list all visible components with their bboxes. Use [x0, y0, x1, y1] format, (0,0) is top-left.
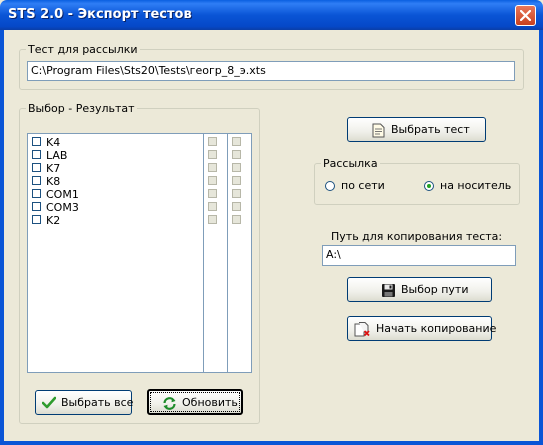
checkbox[interactable] — [32, 189, 41, 198]
copy-start-icon — [354, 322, 370, 337]
select-all-button[interactable]: Выбрать все — [35, 390, 134, 415]
document-icon — [372, 123, 385, 138]
result-box — [232, 202, 241, 211]
choose-test-button[interactable]: Выбрать тест — [347, 117, 486, 142]
checkbox[interactable] — [32, 150, 41, 159]
refresh-icon — [163, 397, 176, 410]
result-box — [208, 150, 217, 159]
choose-test-label: Выбрать тест — [391, 123, 470, 136]
result-box — [208, 215, 217, 224]
floppy-disk-icon — [382, 284, 395, 297]
copy-path-label: Путь для копирования теста: — [331, 230, 503, 243]
result-box — [208, 163, 217, 172]
copy-path-field[interactable]: A:\ — [322, 245, 516, 266]
result-box — [208, 176, 217, 185]
result-list-2[interactable] — [227, 133, 252, 373]
radio-network[interactable] — [325, 181, 335, 191]
result-box — [232, 163, 241, 172]
choose-path-label: Выбор пути — [401, 283, 469, 296]
start-copy-button[interactable]: Начать копирование — [347, 316, 496, 341]
choose-path-button[interactable]: Выбор пути — [347, 277, 492, 302]
checkbox[interactable] — [32, 137, 41, 146]
checkbox[interactable] — [32, 202, 41, 211]
checkmark-icon — [42, 396, 56, 409]
close-button[interactable] — [515, 5, 536, 26]
result-box — [232, 137, 241, 146]
test-path-field[interactable]: C:\Program Files\Sts20\Tests\геогр_8_э.x… — [27, 61, 515, 81]
result-box — [232, 176, 241, 185]
checkbox[interactable] — [32, 163, 41, 172]
radio-media[interactable] — [424, 181, 434, 191]
result-box — [232, 150, 241, 159]
computer-list[interactable]: K4 LAB K7 K8 COM1 COM3 K2 — [27, 133, 204, 373]
refresh-button[interactable]: Обновить — [147, 389, 243, 415]
radio-media-label[interactable]: на носитель — [440, 179, 511, 192]
radio-network-label[interactable]: по сети — [341, 179, 385, 192]
select-all-label: Выбрать все — [61, 396, 134, 409]
result-box — [232, 189, 241, 198]
title-bar[interactable]: STS 2.0 - Экспорт тестов — [0, 0, 543, 30]
start-copy-label: Начать копирование — [376, 322, 497, 335]
mailing-legend: Рассылка — [323, 157, 378, 170]
window-title: STS 2.0 - Экспорт тестов — [8, 7, 192, 22]
radio-selected-dot — [427, 184, 431, 188]
result-box — [232, 215, 241, 224]
refresh-label: Обновить — [182, 395, 238, 409]
result-box — [208, 189, 217, 198]
result-box — [208, 137, 217, 146]
select-result-legend: Выбор - Результат — [28, 102, 135, 115]
checkbox[interactable] — [32, 176, 41, 185]
result-box — [208, 202, 217, 211]
checkbox[interactable] — [32, 215, 41, 224]
test-group-legend: Тест для рассылки — [28, 43, 138, 56]
close-icon — [520, 10, 531, 21]
result-list-1[interactable] — [203, 133, 228, 373]
